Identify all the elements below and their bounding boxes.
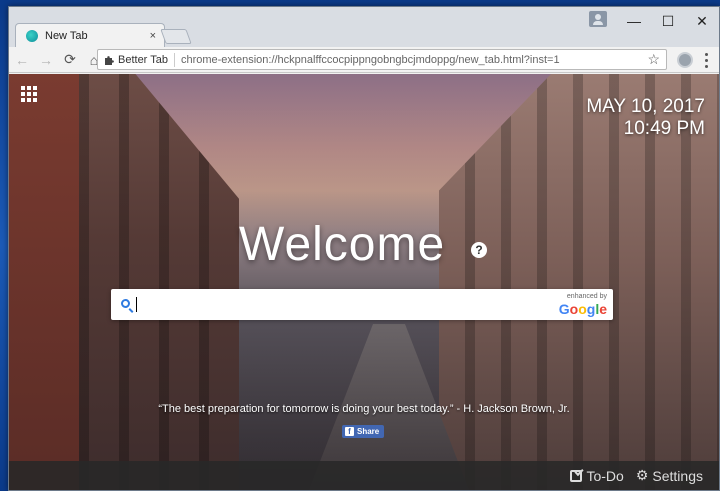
address-bar[interactable]: Better Tab chrome-extension://hckpnalffc… [97,49,667,70]
daily-quote: “The best preparation for tomorrow is do… [158,403,570,415]
date-time-display: MAY 10, 2017 10:49 PM [586,96,705,140]
settings-label: Settings [652,467,703,484]
forward-button[interactable]: → [35,49,57,71]
minimize-button[interactable]: — [617,7,651,35]
extension-label: Better Tab [118,53,168,66]
enhanced-by-google: enhanced by Google [559,293,607,319]
reload-button[interactable]: ⟳ [59,49,81,71]
search-input[interactable] [135,294,535,315]
title-bar: New Tab × — ☐ ✕ [9,7,719,47]
better-tab-favicon-icon [26,29,38,42]
close-window-button[interactable]: ✕ [685,7,719,35]
google-letter: e [599,301,607,317]
time-text: 10:49 PM [623,118,705,139]
tab-new-tab[interactable]: New Tab × [15,23,165,47]
google-letter: o [578,301,587,317]
facebook-icon: f [345,427,354,436]
facebook-share-button[interactable]: f Share [342,425,384,438]
todo-checkbox-icon [570,469,583,482]
extension-avatar-icon[interactable] [677,52,693,68]
text-caret [136,297,137,312]
url-text[interactable]: chrome-extension://hckpnalffccocpippngob… [181,54,647,66]
todo-label: To-Do [586,467,624,484]
apps-grid-icon[interactable] [21,86,37,102]
google-letter: G [558,301,570,317]
puzzle-extension-icon [105,55,114,65]
tab-title: New Tab [45,29,88,42]
profile-user-icon[interactable] [589,11,607,27]
todo-button[interactable]: To-Do [570,467,624,484]
search-box: enhanced by Google [111,289,613,320]
settings-button[interactable]: ⚙ Settings [636,467,703,484]
help-icon[interactable]: ? [471,242,487,258]
omnibox-divider [173,52,175,67]
enhanced-by-label: enhanced by [566,293,607,300]
new-tab-button[interactable] [160,29,192,44]
new-tab-page: MAY 10, 2017 10:49 PM Welcome ? enhanced… [9,74,719,490]
window-controls: — ☐ ✕ [617,7,719,35]
tab-close-icon[interactable]: × [150,30,156,42]
google-letter: o [569,301,579,317]
date-text: MAY 10, 2017 [586,96,705,117]
search-icon [121,299,130,308]
browser-window: New Tab × — ☐ ✕ ← → ⟳ ⌂ Better Tab chrom… [8,6,720,491]
browser-toolbar: ← → ⟳ ⌂ Better Tab chrome-extension://hc… [9,47,719,73]
chrome-menu-icon[interactable] [699,51,713,69]
google-logo: Google [559,301,607,317]
back-button[interactable]: ← [11,49,33,71]
maximize-button[interactable]: ☐ [651,7,685,35]
bookmark-star-icon[interactable]: ☆ [647,51,660,68]
background-photo-building-edge [9,74,79,490]
bottom-bar: To-Do ⚙ Settings [9,461,719,490]
gear-icon: ⚙ [635,467,649,483]
share-label: Share [357,427,380,436]
welcome-heading: Welcome [239,218,446,271]
